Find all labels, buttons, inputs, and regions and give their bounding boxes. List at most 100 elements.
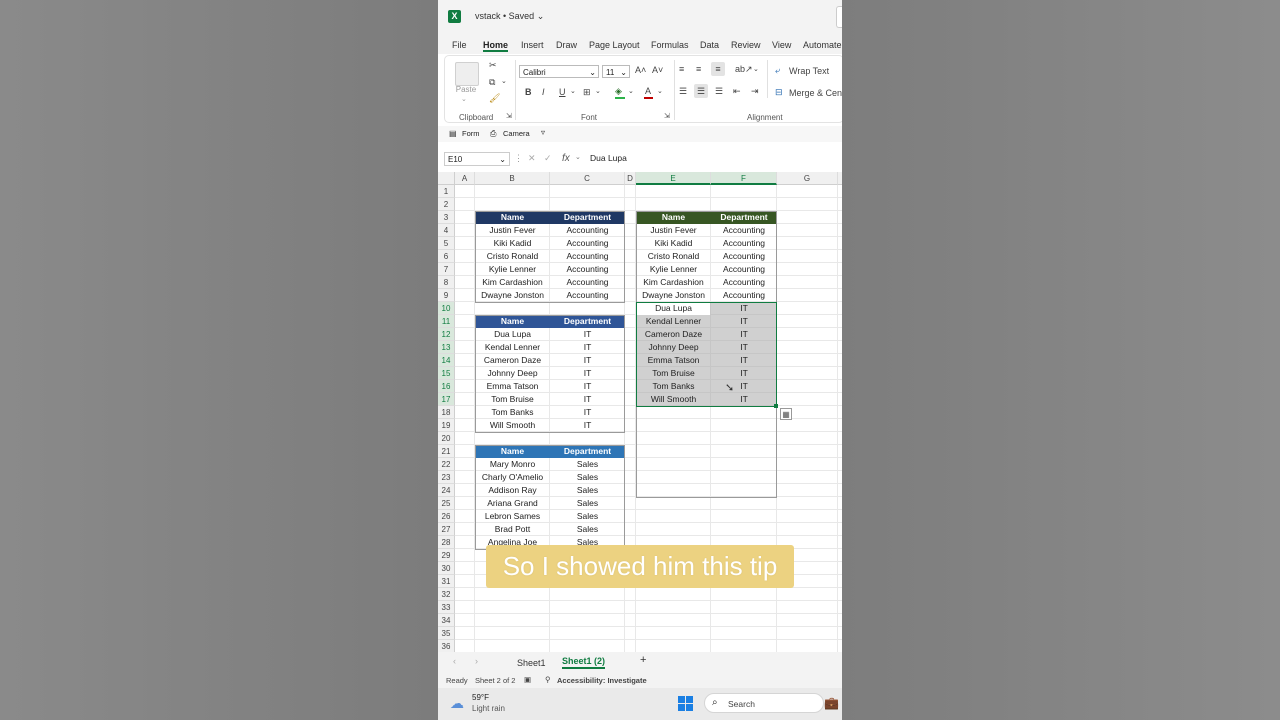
font-launcher-icon[interactable]: ⇲ bbox=[664, 112, 670, 120]
more-icon[interactable]: ⋮ bbox=[514, 153, 523, 164]
column-header[interactable]: E bbox=[636, 172, 711, 185]
tab-home[interactable]: Home bbox=[483, 40, 508, 50]
row-header[interactable]: 26 bbox=[438, 510, 455, 523]
align-left-icon[interactable]: ☰ bbox=[679, 86, 687, 97]
quick-analysis-icon[interactable]: ▦ bbox=[780, 408, 792, 420]
search-field-edge[interactable] bbox=[836, 6, 842, 28]
italic-button[interactable]: I bbox=[542, 87, 545, 97]
row-header[interactable]: 1 bbox=[438, 185, 455, 198]
row-header[interactable]: 20 bbox=[438, 432, 455, 445]
next-sheet-icon[interactable]: › bbox=[475, 656, 478, 666]
prev-sheet-icon[interactable]: ‹ bbox=[453, 656, 456, 666]
windows-start-icon[interactable] bbox=[678, 696, 693, 711]
row-header[interactable]: 3 bbox=[438, 211, 455, 224]
increase-font-icon[interactable]: A˄ bbox=[635, 65, 646, 75]
fill-dropdown-icon[interactable]: ⌄ bbox=[628, 87, 634, 95]
copy-icon[interactable]: ⧉ bbox=[489, 77, 495, 88]
tab-review[interactable]: Review bbox=[731, 40, 761, 50]
align-center-icon[interactable]: ☰ bbox=[694, 84, 708, 98]
cut-icon[interactable]: ✂ bbox=[489, 60, 497, 71]
insert-function-icon[interactable]: fx bbox=[562, 153, 570, 164]
formula-content[interactable]: Dua Lupa bbox=[590, 153, 627, 163]
wrap-text-icon[interactable]: ⤶ bbox=[775, 65, 780, 76]
row-header[interactable]: 13 bbox=[438, 341, 455, 354]
add-sheet-button[interactable]: + bbox=[640, 654, 646, 666]
taskbar-search[interactable]: ⌕ Search bbox=[704, 693, 824, 713]
row-header[interactable]: 7 bbox=[438, 263, 455, 276]
enter-icon[interactable]: ✓ bbox=[544, 153, 552, 164]
row-header[interactable]: 4 bbox=[438, 224, 455, 237]
font-size-select[interactable]: 11 ⌄ bbox=[602, 65, 630, 78]
row-header[interactable]: 12 bbox=[438, 328, 455, 341]
row-header[interactable]: 9 bbox=[438, 289, 455, 302]
row-header[interactable]: 34 bbox=[438, 614, 455, 627]
align-right-icon[interactable]: ☰ bbox=[715, 86, 723, 97]
row-header[interactable]: 6 bbox=[438, 250, 455, 263]
align-bottom-icon[interactable]: ≡ bbox=[711, 62, 725, 76]
row-header[interactable]: 14 bbox=[438, 354, 455, 367]
document-title[interactable]: vstack • Saved ⌄ bbox=[475, 11, 544, 22]
copy-dropdown-icon[interactable]: ⌄ bbox=[501, 77, 507, 85]
tab-formulas[interactable]: Formulas bbox=[651, 40, 689, 50]
row-header[interactable]: 2 bbox=[438, 198, 455, 211]
camera-button[interactable]: Camera bbox=[503, 129, 530, 138]
row-header[interactable]: 19 bbox=[438, 419, 455, 432]
name-box[interactable]: E10 ⌄ bbox=[444, 152, 510, 166]
row-header[interactable]: 21 bbox=[438, 445, 455, 458]
tab-data[interactable]: Data bbox=[700, 40, 719, 50]
paste-dropdown-icon[interactable]: ⌄ bbox=[461, 95, 467, 103]
row-header[interactable]: 28 bbox=[438, 536, 455, 549]
decrease-font-icon[interactable]: A˅ bbox=[652, 65, 663, 75]
accessibility-status[interactable]: Accessibility: Investigate bbox=[557, 676, 647, 685]
briefcase-icon[interactable]: 💼 bbox=[824, 696, 839, 710]
row-header[interactable]: 29 bbox=[438, 549, 455, 562]
row-header[interactable]: 22 bbox=[438, 458, 455, 471]
fill-color-icon[interactable]: ◈ bbox=[615, 86, 622, 97]
tab-draw[interactable]: Draw bbox=[556, 40, 577, 50]
row-header[interactable]: 23 bbox=[438, 471, 455, 484]
paste-icon[interactable] bbox=[455, 62, 479, 86]
tab-automate[interactable]: Automate bbox=[803, 40, 842, 50]
column-header[interactable]: C bbox=[550, 172, 625, 185]
row-header[interactable]: 8 bbox=[438, 276, 455, 289]
bold-button[interactable]: B bbox=[525, 87, 532, 97]
merge-center-button[interactable]: Merge & Cente bbox=[789, 88, 842, 98]
row-header[interactable]: 15 bbox=[438, 367, 455, 380]
row-header[interactable]: 30 bbox=[438, 562, 455, 575]
row-header[interactable]: 25 bbox=[438, 497, 455, 510]
font-name-select[interactable]: Calibri ⌄ bbox=[519, 65, 599, 78]
tab-insert[interactable]: Insert bbox=[521, 40, 544, 50]
borders-dropdown-icon[interactable]: ⌄ bbox=[595, 87, 601, 95]
format-painter-icon[interactable]: 🖌 bbox=[489, 93, 500, 104]
orientation-icon[interactable]: ab↗ bbox=[735, 64, 753, 75]
column-header[interactable]: F bbox=[711, 172, 777, 185]
tab-page-layout[interactable]: Page Layout bbox=[589, 40, 640, 50]
orientation-dropdown-icon[interactable]: ⌄ bbox=[753, 65, 759, 73]
row-header[interactable]: 35 bbox=[438, 627, 455, 640]
row-header[interactable]: 18 bbox=[438, 406, 455, 419]
underline-dropdown-icon[interactable]: ⌄ bbox=[570, 87, 576, 95]
row-header[interactable]: 33 bbox=[438, 601, 455, 614]
row-header[interactable]: 27 bbox=[438, 523, 455, 536]
weather-icon[interactable]: ☁ bbox=[450, 695, 464, 712]
align-middle-icon[interactable]: ≡ bbox=[696, 64, 701, 74]
cancel-icon[interactable]: ✕ bbox=[528, 153, 536, 164]
fill-handle[interactable] bbox=[774, 404, 778, 408]
row-header[interactable]: 5 bbox=[438, 237, 455, 250]
wrap-text-button[interactable]: Wrap Text bbox=[789, 66, 829, 76]
row-header[interactable]: 36 bbox=[438, 640, 455, 652]
row-header[interactable]: 31 bbox=[438, 575, 455, 588]
sheet-tab-sheet1[interactable]: Sheet1 bbox=[517, 658, 546, 668]
column-header[interactable]: H bbox=[838, 172, 842, 185]
row-header[interactable]: 10 bbox=[438, 302, 455, 315]
column-header[interactable]: G bbox=[777, 172, 838, 185]
column-header[interactable]: A bbox=[455, 172, 475, 185]
sheet-tab-sheet1-2[interactable]: Sheet1 (2) bbox=[562, 656, 606, 669]
formula-dropdown-icon[interactable]: ⌄ bbox=[575, 153, 581, 161]
increase-indent-icon[interactable]: ⇥ bbox=[751, 86, 759, 97]
font-color-dropdown-icon[interactable]: ⌄ bbox=[657, 87, 663, 95]
underline-button[interactable]: U bbox=[559, 87, 566, 97]
row-header[interactable]: 17 bbox=[438, 393, 455, 406]
select-all-corner[interactable] bbox=[438, 172, 455, 185]
customize-toolbar-icon[interactable]: ▿ bbox=[541, 128, 545, 137]
